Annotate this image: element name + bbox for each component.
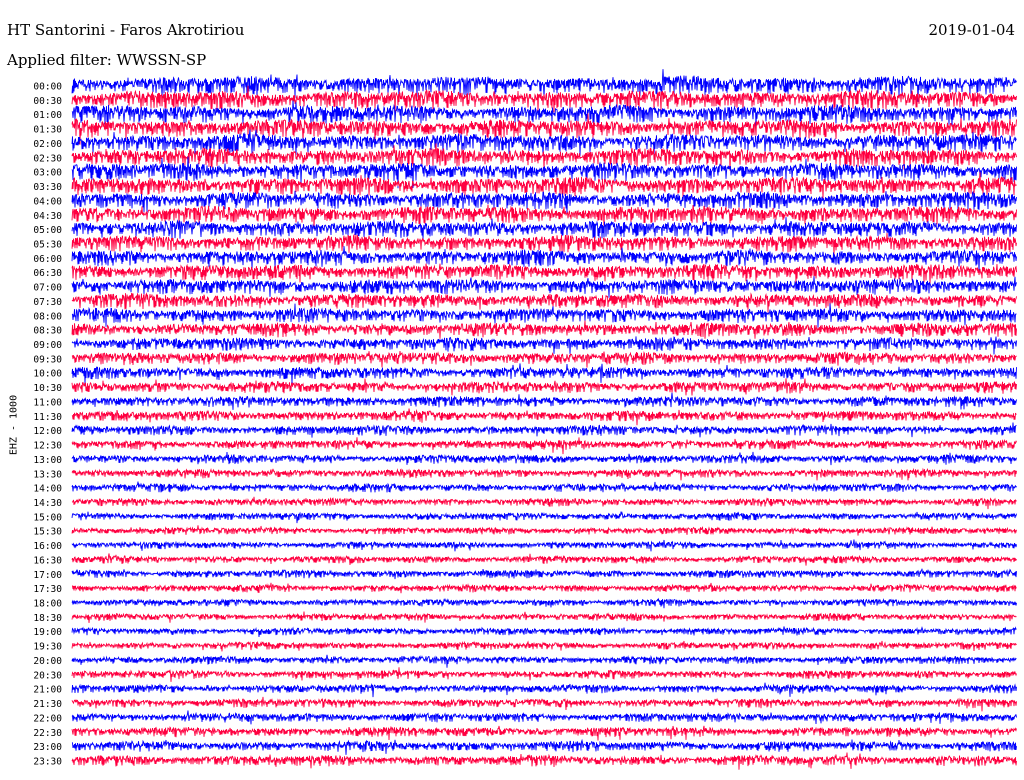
row-time-label: 14:00: [33, 484, 62, 495]
row-time-label: 14:30: [33, 498, 62, 509]
row-time-label: 10:30: [33, 383, 62, 394]
trace-line-0530: [71, 232, 1017, 255]
row-time-label: 04:00: [33, 196, 62, 207]
row-time-label: 15:30: [33, 527, 62, 538]
row-time-label: 20:00: [33, 656, 62, 667]
trace-line-0900: [71, 336, 1017, 355]
row-time-label: 20:30: [33, 670, 62, 681]
row-time-label: 03:30: [33, 182, 62, 193]
trace-line-1400: [71, 481, 1017, 493]
row-time-label: 11:30: [33, 412, 62, 423]
row-time-label: 18:30: [33, 613, 62, 624]
row-time-label: 00:00: [33, 82, 62, 93]
row-time-label: 21:00: [33, 685, 62, 696]
row-time-label: 19:00: [33, 627, 62, 638]
trace-line-1530: [71, 525, 1017, 536]
trace-line-1700: [71, 568, 1017, 580]
trace-line-2000: [71, 654, 1017, 668]
trace-line-1330: [71, 467, 1017, 481]
trace-line-1930: [71, 640, 1017, 652]
trace-line-1630: [71, 553, 1017, 566]
trace-line-0700: [71, 276, 1017, 298]
row-time-label: 17:00: [33, 570, 62, 581]
row-time-label: 01:30: [33, 125, 62, 136]
trace-line-1830: [71, 611, 1017, 623]
row-time-label: 06:00: [33, 254, 62, 265]
row-time-label: 21:30: [33, 699, 62, 710]
trace-line-0930: [71, 350, 1017, 368]
trace-line-1900: [71, 626, 1017, 638]
helicorder-plot: 00:00 00:30 01:00 01:30 02:00 02:30 03:00 03:30…: [33, 69, 1017, 770]
trace-line-2030: [71, 667, 1017, 682]
row-time-label: 07:00: [33, 283, 62, 294]
trace-line-2100: [71, 682, 1017, 698]
trace-line-1600: [71, 539, 1017, 552]
row-time-label: 23:00: [33, 742, 62, 753]
row-time-label: 17:30: [33, 584, 62, 595]
row-time-label: 13:30: [33, 469, 62, 480]
trace-line-1200: [71, 422, 1017, 438]
row-time-label: 09:30: [33, 354, 62, 365]
trace-line-1300: [71, 451, 1017, 466]
row-time-label: 11:00: [33, 397, 62, 408]
row-time-label: 15:00: [33, 512, 62, 523]
row-time-label: 19:30: [33, 642, 62, 653]
trace-line-0500: [71, 217, 1017, 240]
trace-line-1130: [71, 408, 1017, 426]
row-time-label: 16:00: [33, 541, 62, 552]
row-time-label: 16:30: [33, 555, 62, 566]
trace-line-1800: [71, 597, 1017, 609]
row-time-label: 23:30: [33, 757, 62, 768]
trace-line-1030: [71, 378, 1017, 396]
row-time-label: 03:00: [33, 168, 62, 179]
row-time-label: 08:00: [33, 311, 62, 322]
row-time-label: 09:00: [33, 340, 62, 351]
trace-line-2130: [71, 696, 1017, 712]
trace-line-0830: [71, 320, 1017, 339]
row-time-label: 05:30: [33, 239, 62, 250]
row-time-label: 07:30: [33, 297, 62, 308]
row-time-label: 22:00: [33, 713, 62, 724]
row-time-label: 01:00: [33, 110, 62, 121]
trace-line-1000: [71, 363, 1017, 385]
trace-line-1230: [71, 437, 1017, 455]
trace-line-2300: [71, 738, 1017, 755]
filter-label: Applied filter: WWSSN-SP: [7, 51, 207, 69]
row-time-label: 12:00: [33, 426, 62, 437]
row-time-label: 04:30: [33, 211, 62, 222]
row-time-label: 02:30: [33, 153, 62, 164]
trace-line-2330: [71, 752, 1017, 770]
row-time-label: 05:00: [33, 225, 62, 236]
row-time-label: 13:00: [33, 455, 62, 466]
row-time-label: 10:00: [33, 369, 62, 380]
trace-line-0800: [71, 303, 1017, 328]
trace-line-1100: [71, 392, 1017, 410]
row-time-label: 02:00: [33, 139, 62, 150]
trace-line-1500: [71, 511, 1017, 524]
trace-line-2200: [71, 710, 1017, 725]
row-time-label: 18:00: [33, 599, 62, 610]
trace-line-1430: [71, 496, 1017, 510]
row-time-label: 22:30: [33, 728, 62, 739]
row-time-label: 00:30: [33, 96, 62, 107]
row-time-label: 12:30: [33, 441, 62, 452]
row-time-label: 08:30: [33, 326, 62, 337]
trace-line-1730: [72, 582, 1017, 594]
trace-line-2230: [71, 725, 1017, 741]
row-time-label: 06:30: [33, 268, 62, 279]
